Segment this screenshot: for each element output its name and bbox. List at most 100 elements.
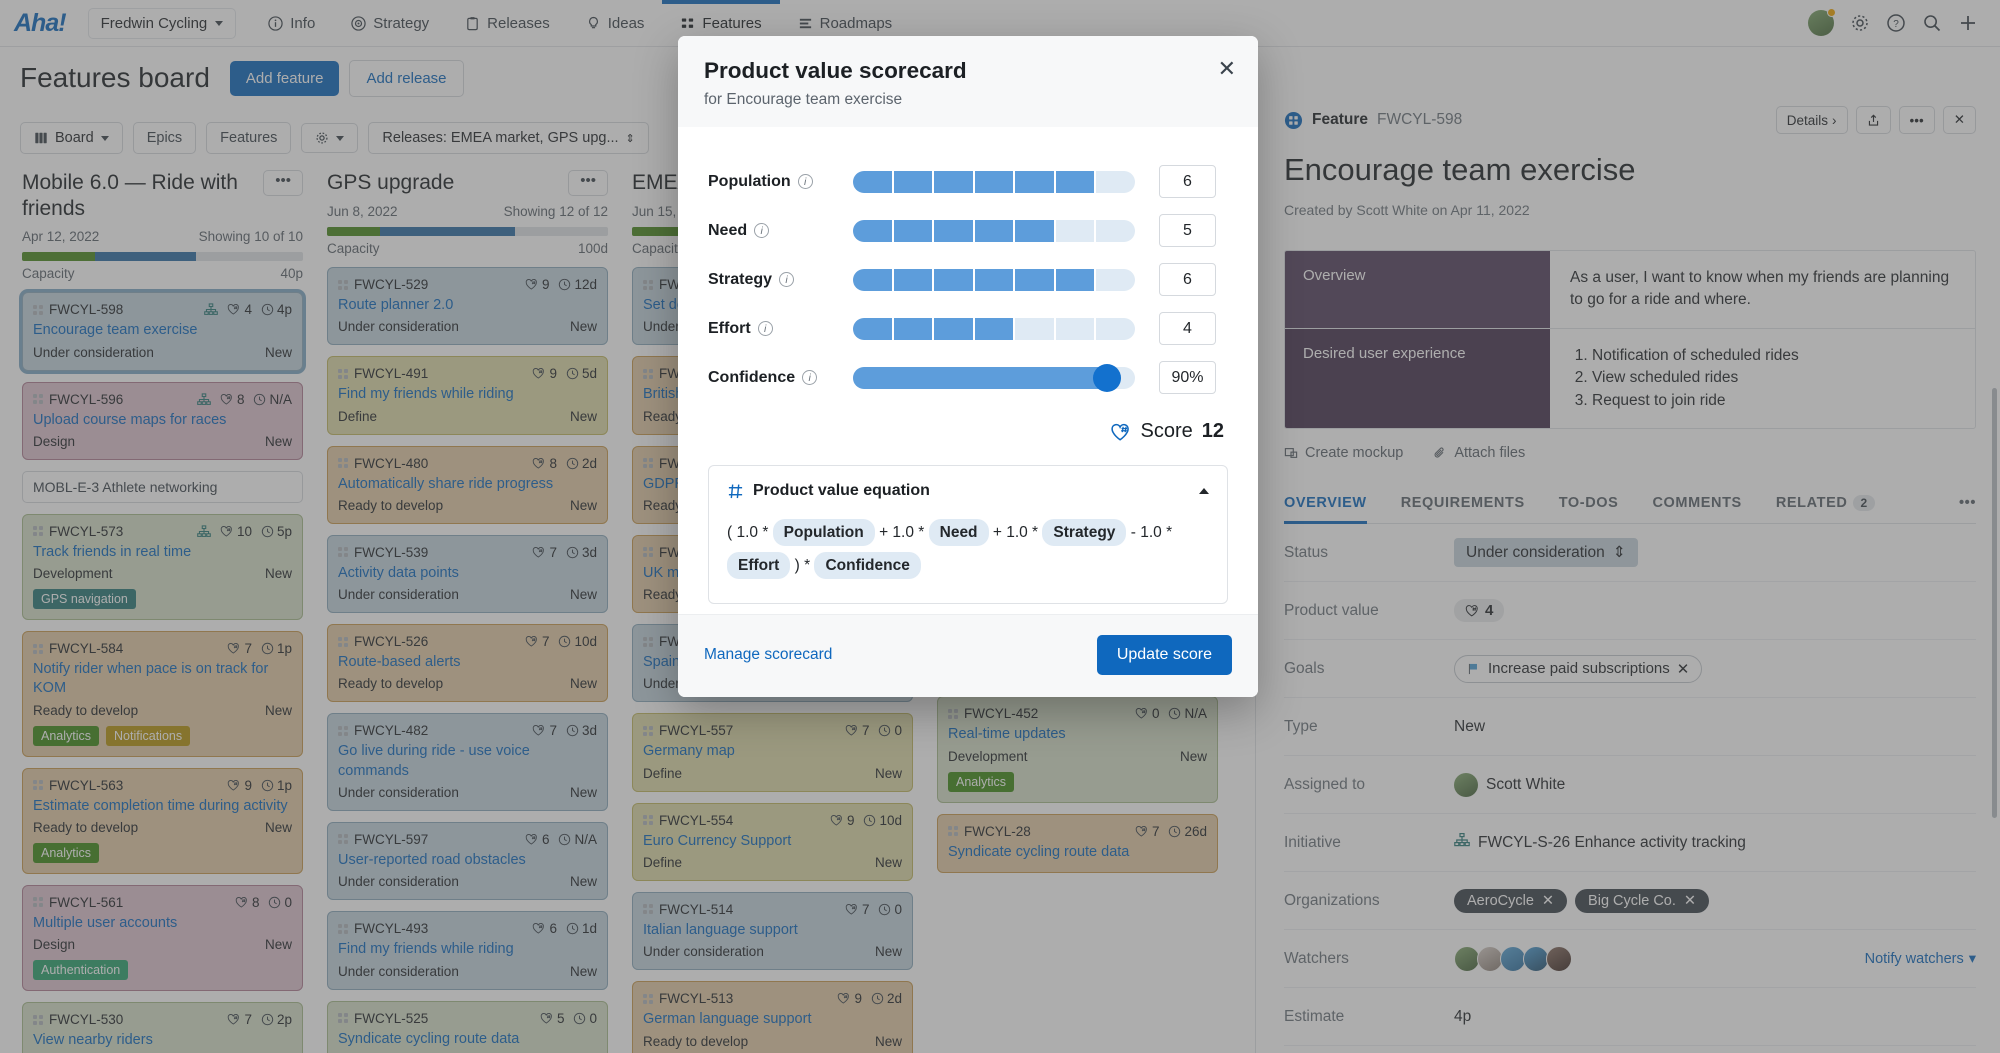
notify-watchers-button[interactable]: Notify watchers▾ — [1865, 951, 1976, 967]
metric-slider[interactable] — [853, 318, 1135, 340]
info-icon[interactable]: i — [754, 223, 769, 238]
feature-card[interactable]: FWCYL-28726dSyndicate cycling route data — [937, 814, 1218, 873]
card-title[interactable]: Real-time updates — [948, 725, 1207, 744]
drag-handle-icon[interactable] — [948, 826, 958, 836]
detail-tab-to-dos[interactable]: TO-DOS — [1559, 495, 1619, 511]
epics-toggle[interactable]: Epics — [133, 122, 196, 154]
detail-tab-requirements[interactable]: REQUIREMENTS — [1401, 495, 1525, 511]
more-options-button[interactable]: ••• — [1899, 106, 1935, 134]
drag-handle-icon[interactable] — [643, 637, 653, 647]
card-title[interactable]: Find my friends while riding — [338, 940, 597, 959]
add-feature-button[interactable]: Add feature — [230, 61, 340, 96]
metric-segment[interactable] — [1096, 171, 1135, 193]
drag-handle-icon[interactable] — [338, 369, 348, 379]
drag-handle-icon[interactable] — [643, 547, 653, 557]
feature-card[interactable]: FWCYL-5968N/AUpload course maps for race… — [22, 382, 303, 460]
metric-value-input[interactable]: 90% — [1159, 361, 1216, 394]
card-title[interactable]: Notify rider when pace is on track for K… — [33, 660, 292, 699]
metric-segment[interactable] — [975, 171, 1014, 193]
feature-card[interactable]: FWCYL-49361dFind my friends while riding… — [327, 911, 608, 989]
feature-card[interactable]: FWCYL-58471pNotify rider when pace is on… — [22, 631, 303, 757]
card-title[interactable]: Route-based alerts — [338, 653, 597, 672]
card-title[interactable]: Find my friends while riding — [338, 385, 597, 404]
drag-handle-icon[interactable] — [643, 994, 653, 1004]
metric-segment[interactable] — [975, 269, 1014, 291]
detail-tabs-more[interactable]: ••• — [1959, 495, 1976, 511]
metric-slider[interactable] — [853, 367, 1135, 389]
details-button[interactable]: Details› — [1776, 106, 1848, 134]
drag-handle-icon[interactable] — [33, 305, 43, 315]
feature-card[interactable]: FWCYL-573105pTrack friends in real timeD… — [22, 514, 303, 620]
card-title[interactable]: Estimate completion time during activity — [33, 797, 292, 816]
feature-card[interactable]: FWCYL-55770Germany mapDefineNew — [632, 713, 913, 791]
drag-handle-icon[interactable] — [643, 369, 653, 379]
metric-segment[interactable] — [1015, 318, 1054, 340]
initiative-name[interactable]: FWCYL-S-26 Enhance activity tracking — [1478, 834, 1746, 852]
equation-variable[interactable]: Population — [773, 519, 875, 546]
metric-slider[interactable] — [853, 171, 1135, 193]
card-title[interactable]: Syndicate cycling route data — [338, 1030, 597, 1049]
metric-segment[interactable] — [1056, 220, 1095, 242]
metric-segment[interactable] — [934, 171, 973, 193]
plus-icon[interactable] — [1958, 13, 1978, 33]
feature-card[interactable]: FWCYL-56391pEstimate completion time dur… — [22, 768, 303, 874]
metric-value-input[interactable]: 4 — [1159, 312, 1216, 345]
feature-card[interactable]: FWCYL-56180Multiple user accountsDesignN… — [22, 885, 303, 991]
feature-card[interactable]: FWCYL-529912dRoute planner 2.0Under cons… — [327, 267, 608, 345]
card-title[interactable]: View nearby riders — [33, 1031, 292, 1050]
column-menu-button[interactable]: ••• — [568, 170, 608, 196]
equation-header[interactable]: Product value equation — [727, 482, 1209, 500]
drag-handle-icon[interactable] — [338, 280, 348, 290]
card-title[interactable]: Track friends in real time — [33, 543, 292, 562]
feature-card[interactable]: FWCYL-48273dGo live during ride - use vo… — [327, 713, 608, 811]
metric-segment[interactable] — [853, 269, 892, 291]
features-toggle[interactable]: Features — [206, 122, 291, 154]
metric-value-input[interactable]: 6 — [1159, 263, 1216, 296]
metric-segment[interactable] — [853, 171, 892, 193]
detail-scrollbar[interactable] — [1992, 388, 1997, 818]
avatar[interactable] — [1808, 10, 1834, 36]
metric-segment[interactable] — [975, 318, 1014, 340]
add-release-button[interactable]: Add release — [349, 60, 463, 97]
board-settings-button[interactable] — [301, 123, 358, 153]
metric-segment[interactable] — [1096, 269, 1135, 291]
drag-handle-icon[interactable] — [643, 280, 653, 290]
card-title[interactable]: German language support — [643, 1010, 902, 1029]
drag-handle-icon[interactable] — [338, 726, 348, 736]
metric-segment[interactable] — [853, 318, 892, 340]
metric-segment[interactable] — [1056, 171, 1095, 193]
metric-segment[interactable] — [1096, 318, 1135, 340]
equation-variable[interactable]: Strategy — [1042, 519, 1126, 546]
card-title[interactable]: Route planner 2.0 — [338, 296, 597, 315]
equation-variable[interactable]: Confidence — [814, 552, 920, 579]
nav-tab-releases[interactable]: Releases — [447, 0, 568, 47]
update-score-button[interactable]: Update score — [1097, 635, 1232, 675]
drag-handle-icon[interactable] — [643, 815, 653, 825]
share-button[interactable] — [1856, 106, 1891, 134]
drag-handle-icon[interactable] — [643, 726, 653, 736]
metric-segment[interactable] — [934, 318, 973, 340]
goal-chip[interactable]: Increase paid subscriptions✕ — [1454, 655, 1702, 683]
close-detail-button[interactable]: ✕ — [1943, 106, 1976, 134]
feature-card[interactable]: FWCYL-59844pEncourage team exerciseUnder… — [22, 292, 303, 370]
metric-segment[interactable] — [934, 220, 973, 242]
view-selector-board[interactable]: Board — [20, 122, 123, 154]
attach-files-link[interactable]: Attach files — [1433, 445, 1525, 461]
metric-segment[interactable] — [1015, 269, 1054, 291]
metric-segment[interactable] — [894, 318, 933, 340]
metric-segment[interactable] — [975, 220, 1014, 242]
nav-tab-info[interactable]: Info — [250, 0, 333, 47]
column-menu-button[interactable]: ••• — [263, 170, 303, 196]
nav-tab-strategy[interactable]: Strategy — [333, 0, 447, 47]
drag-handle-icon[interactable] — [948, 709, 958, 719]
metric-value-input[interactable]: 5 — [1159, 214, 1216, 247]
metric-segment[interactable] — [934, 269, 973, 291]
aha-logo[interactable]: Aha! — [14, 9, 66, 38]
card-title[interactable]: Activity data points — [338, 564, 597, 583]
drag-handle-icon[interactable] — [33, 780, 43, 790]
info-icon[interactable]: i — [798, 174, 813, 189]
feature-card[interactable]: FWCYL-48082dAutomatically share ride pro… — [327, 446, 608, 524]
drag-handle-icon[interactable] — [33, 644, 43, 654]
card-title[interactable]: Upload course maps for races — [33, 411, 292, 430]
nav-tab-ideas[interactable]: Ideas — [568, 0, 663, 47]
